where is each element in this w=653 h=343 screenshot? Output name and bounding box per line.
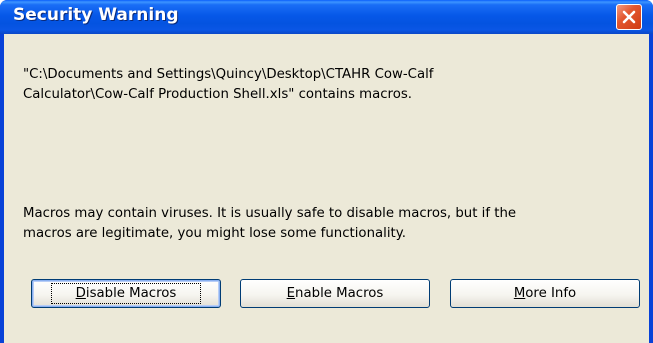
enable-macros-label: Enable Macros: [286, 286, 384, 301]
file-message: "C:\Documents and Settings\Quincy\Deskto…: [23, 65, 434, 105]
dialog-body: "C:\Documents and Settings\Quincy\Deskto…: [4, 34, 649, 343]
more-info-button[interactable]: More Info: [450, 279, 640, 308]
macro-warning-line-2: macros are legitimate, you might lose so…: [23, 226, 406, 241]
macro-warning-line-1: Macros may contain viruses. It is usuall…: [23, 206, 517, 221]
disable-macros-button[interactable]: Disable Macros: [31, 279, 221, 308]
more-info-label: More Info: [513, 286, 577, 301]
enable-macros-button[interactable]: Enable Macros: [240, 279, 430, 308]
file-message-line-1: "C:\Documents and Settings\Quincy\Deskto…: [23, 67, 434, 82]
disable-macros-label: Disable Macros: [50, 283, 202, 304]
file-message-line-2: Calculator\Cow-Calf Production Shell.xls…: [23, 87, 412, 102]
macro-warning-message: Macros may contain viruses. It is usuall…: [23, 204, 516, 244]
close-icon: [622, 10, 636, 24]
title-bar[interactable]: Security Warning: [0, 0, 653, 34]
security-warning-dialog: Security Warning "C:\Documents and Setti…: [0, 0, 653, 343]
close-button[interactable]: [616, 4, 642, 30]
window-title: Security Warning: [13, 5, 179, 25]
